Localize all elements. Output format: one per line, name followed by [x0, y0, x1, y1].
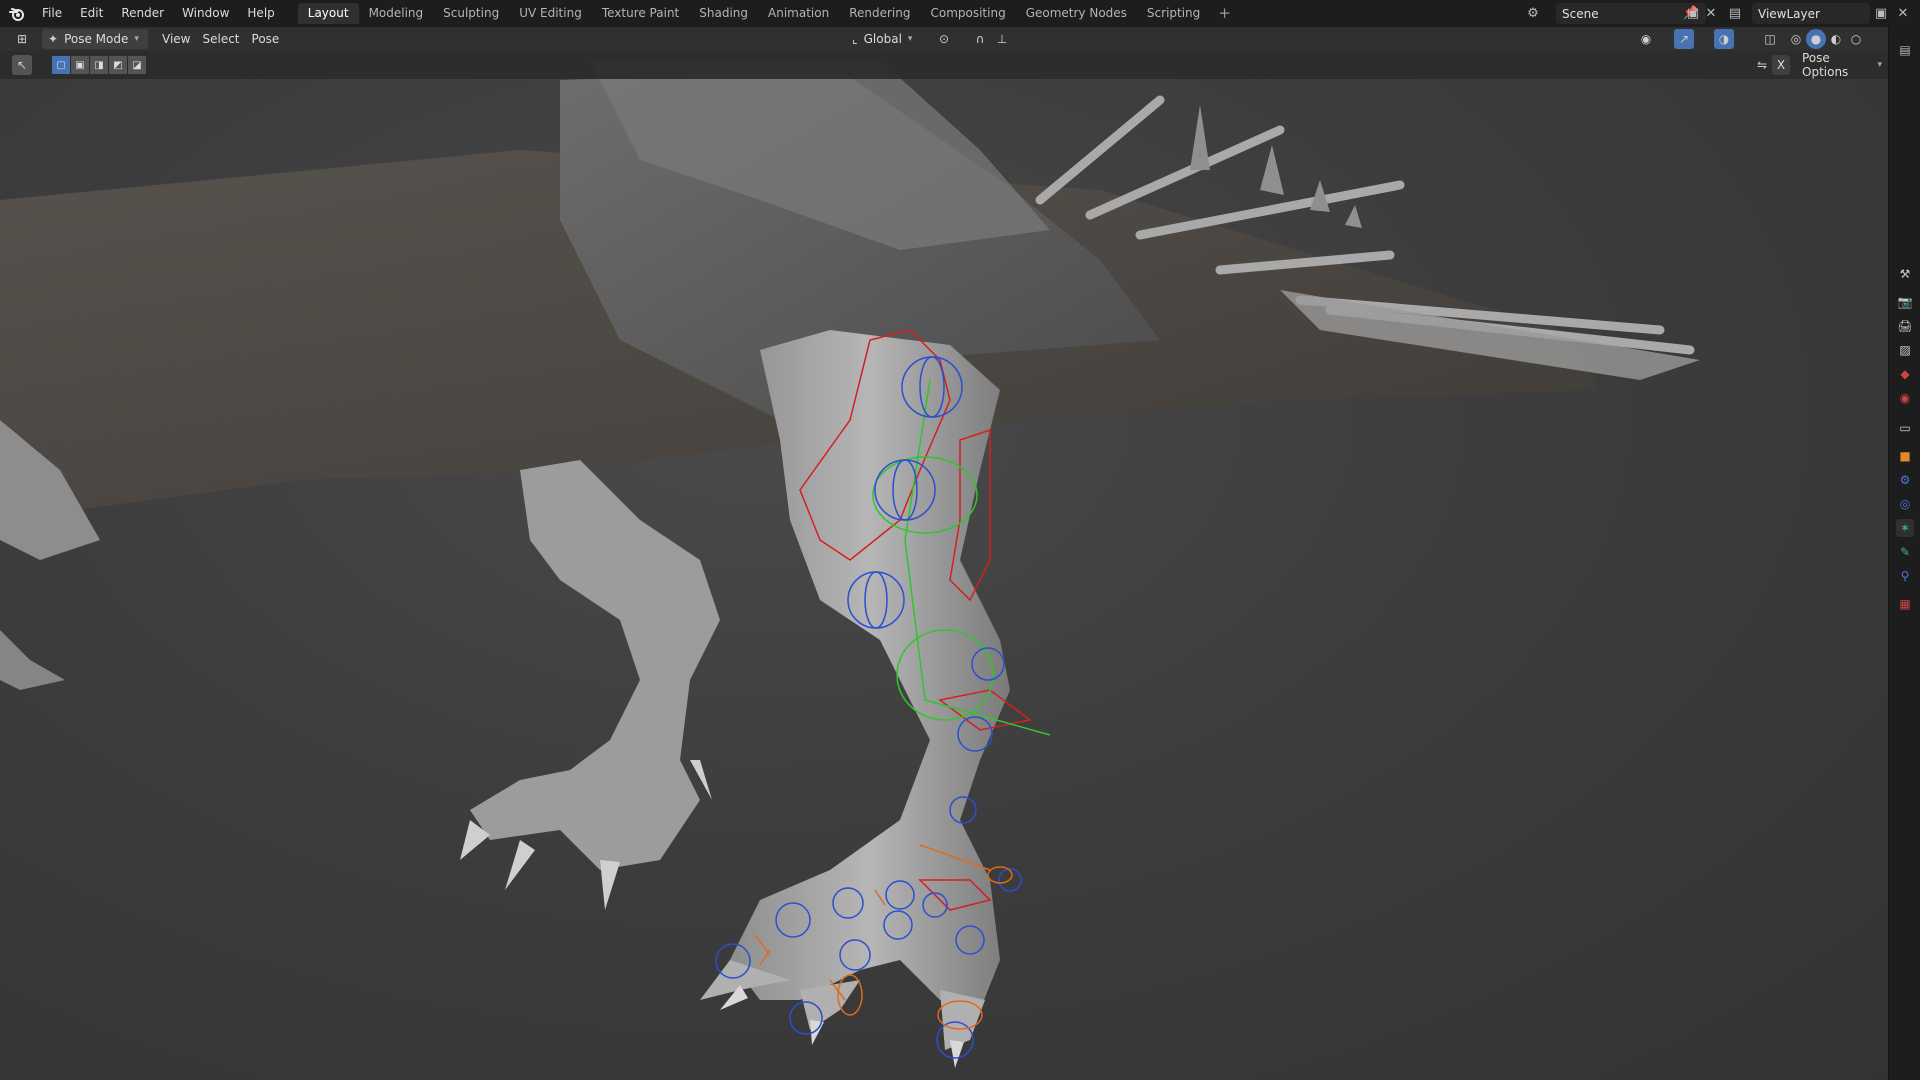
rear-leg: [470, 460, 720, 870]
new-scene-icon[interactable]: ▣: [1684, 4, 1702, 22]
view-layer-name: ViewLayer: [1758, 6, 1820, 21]
tab-shading[interactable]: Shading: [689, 3, 758, 24]
pose-options-dropdown[interactable]: Pose Options ▾: [1796, 51, 1888, 79]
world-properties-icon[interactable]: ◉: [1896, 389, 1914, 407]
solid-shading-icon[interactable]: ●: [1806, 29, 1826, 49]
add-workspace-button[interactable]: +: [1210, 3, 1239, 24]
selection-mode-group: ▢ ▣ ◨ ◩ ◪: [52, 56, 147, 74]
scene-name: Scene: [1562, 6, 1599, 21]
properties-tab-strip: ▤ ⚒ 📷 🖨 ▨ ◆ ◉ ▭ ■ ⚙ ◎ ✶ ✎ ⚲ ▦: [1888, 27, 1920, 1080]
tab-rendering[interactable]: Rendering: [839, 3, 920, 24]
menu-view[interactable]: View: [156, 29, 196, 49]
menu-pose[interactable]: Pose: [246, 29, 286, 49]
view-layer-field[interactable]: ViewLayer: [1752, 3, 1870, 24]
mode-label: Pose Mode: [64, 32, 129, 46]
menu-window[interactable]: Window: [173, 0, 238, 27]
delete-view-layer-icon[interactable]: ✕: [1894, 4, 1912, 22]
eye-icon[interactable]: ◉: [1636, 29, 1656, 49]
tool-header: ↖ ▢ ▣ ◨ ◩ ◪ ⇋ X Pose Options ▾: [0, 51, 1888, 79]
top-bar: File Edit Render Window Help Layout Mode…: [0, 0, 1920, 27]
xray-icon[interactable]: ◫: [1760, 29, 1780, 49]
tab-modeling[interactable]: Modeling: [359, 3, 434, 24]
main-menu: File Edit Render Window Help: [33, 0, 284, 27]
pose-mode-icon: ✦: [48, 32, 59, 46]
select-invert-icon[interactable]: ◩: [109, 56, 128, 74]
x-mirror-toggle[interactable]: X: [1772, 55, 1790, 75]
delete-scene-icon[interactable]: ✕: [1702, 4, 1720, 22]
rendered-shading-icon[interactable]: ○: [1846, 29, 1866, 49]
physics-properties-icon[interactable]: ◎: [1896, 495, 1914, 513]
view-layer-properties-icon[interactable]: ▨: [1896, 341, 1914, 359]
orientation-icon: ⌞: [852, 32, 858, 46]
tab-sculpting[interactable]: Sculpting: [433, 3, 509, 24]
scene-selector-icon[interactable]: ⚙: [1524, 4, 1542, 22]
texture-properties-icon[interactable]: ▦: [1896, 595, 1914, 613]
select-new-icon[interactable]: ▢: [52, 56, 71, 74]
collection-properties-icon[interactable]: ▭: [1896, 419, 1914, 437]
gizmo-icon[interactable]: ↗: [1674, 29, 1694, 49]
select-tool-icon[interactable]: ↖: [12, 55, 32, 75]
tab-texture-paint[interactable]: Texture Paint: [592, 3, 689, 24]
pose-options-label: Pose Options: [1802, 51, 1849, 79]
view-layer-selector-icon[interactable]: ▤: [1726, 4, 1744, 22]
select-subtract-icon[interactable]: ◨: [90, 56, 109, 74]
3d-viewport-icon[interactable]: ⊞: [12, 29, 32, 49]
orientation-label: Global: [863, 32, 902, 46]
snap-target-icon[interactable]: ⊥: [992, 29, 1012, 49]
scene-properties-icon[interactable]: ◆: [1896, 365, 1914, 383]
orientation-dropdown[interactable]: ⌞ Global ▾: [846, 29, 928, 49]
wireframe-shading-icon[interactable]: ◎: [1786, 29, 1806, 49]
armature-data-icon[interactable]: ✶: [1896, 519, 1914, 537]
object-properties-icon[interactable]: ■: [1896, 447, 1914, 465]
chevron-down-icon: ▾: [1877, 60, 1882, 70]
bone-constraint-icon[interactable]: ⚲: [1896, 567, 1914, 585]
menu-file[interactable]: File: [33, 0, 71, 27]
blender-logo-icon[interactable]: [7, 4, 27, 24]
render-properties-icon[interactable]: 📷: [1896, 293, 1914, 311]
bone-properties-icon[interactable]: ✎: [1896, 543, 1914, 561]
mirror-axis-icon[interactable]: ⇋: [1752, 55, 1772, 75]
snap-magnet-icon[interactable]: ∩: [970, 29, 990, 49]
tab-animation[interactable]: Animation: [758, 3, 839, 24]
tab-scripting[interactable]: Scripting: [1137, 3, 1210, 24]
material-shading-icon[interactable]: ◐: [1826, 29, 1846, 49]
menu-render[interactable]: Render: [112, 0, 173, 27]
chevron-down-icon: ▾: [907, 34, 913, 44]
menu-help[interactable]: Help: [238, 0, 283, 27]
select-intersect-icon[interactable]: ◪: [128, 56, 147, 74]
pivot-icon[interactable]: ⊙: [934, 29, 954, 49]
chevron-down-icon: ▾: [134, 34, 139, 44]
tab-layout[interactable]: Layout: [297, 3, 359, 24]
new-view-layer-icon[interactable]: ▣: [1872, 4, 1890, 22]
modifier-properties-icon[interactable]: ⚙: [1896, 471, 1914, 489]
tool-properties-icon[interactable]: ⚒: [1896, 265, 1914, 283]
dragon-model-scene: [0, 60, 1700, 1068]
outliner-toggle-icon[interactable]: ▤: [1896, 41, 1914, 59]
viewport-header: ⊞ ✦ Pose Mode ▾ View Select Pose ⌞ Globa…: [0, 27, 1888, 51]
mode-dropdown[interactable]: ✦ Pose Mode ▾: [42, 29, 148, 49]
tab-geometry-nodes[interactable]: Geometry Nodes: [1016, 3, 1137, 24]
select-extend-icon[interactable]: ▣: [71, 56, 90, 74]
tab-uv-editing[interactable]: UV Editing: [509, 3, 592, 24]
output-properties-icon[interactable]: 🖨: [1896, 317, 1914, 335]
menu-select[interactable]: Select: [196, 29, 245, 49]
3d-viewport[interactable]: [0, 51, 1888, 1080]
overlay-icon[interactable]: ◑: [1714, 29, 1734, 49]
tab-compositing[interactable]: Compositing: [920, 3, 1015, 24]
workspace-tabs: Layout Modeling Sculpting UV Editing Tex…: [297, 0, 1239, 27]
menu-edit[interactable]: Edit: [71, 0, 112, 27]
